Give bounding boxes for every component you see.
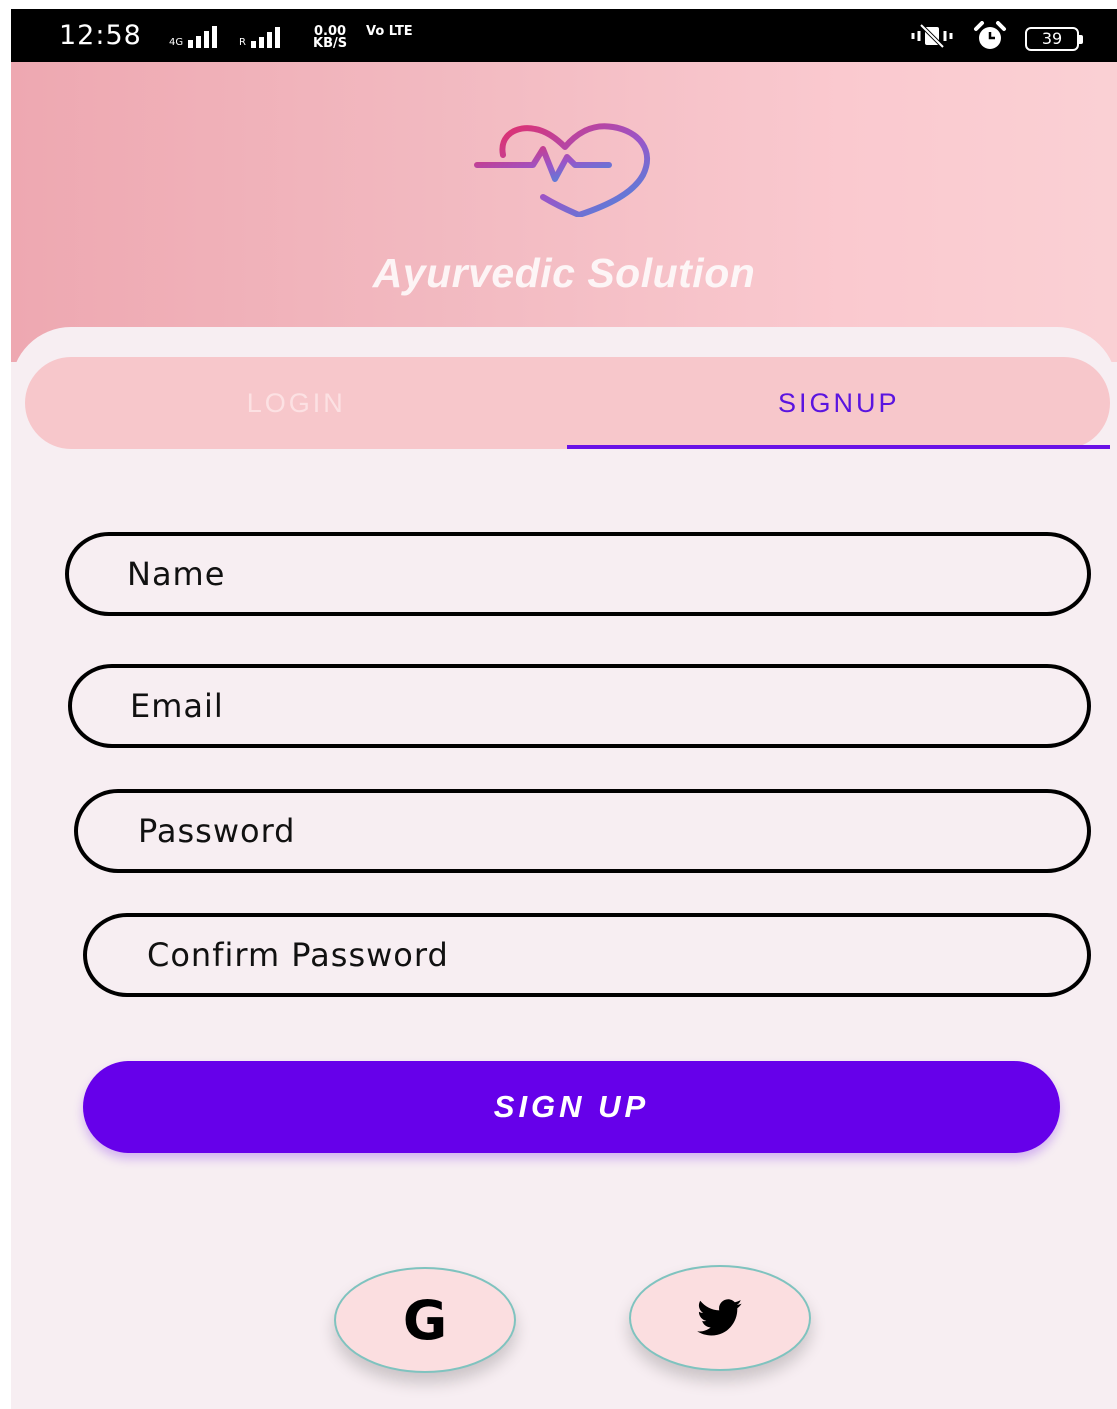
password-field[interactable] — [78, 793, 1087, 869]
signal-4g-icon: 4G — [169, 26, 218, 48]
tab-login[interactable]: LOGIN — [25, 357, 568, 449]
email-field[interactable] — [72, 668, 1087, 744]
auth-tabs: LOGIN SIGNUP — [25, 357, 1110, 449]
alarm-icon — [973, 21, 1007, 56]
tab-signup[interactable]: SIGNUP — [568, 357, 1111, 449]
network-speed-unit: KB/S — [313, 36, 348, 51]
roaming-indicator: R — [239, 37, 246, 48]
vibrate-icon — [909, 23, 955, 54]
heartbeat-heart-icon — [474, 123, 651, 217]
sign-up-button[interactable]: SIGN UP — [83, 1061, 1060, 1153]
volte-indicator: Vo LTE — [366, 24, 413, 39]
app-title: Ayurvedic Solution — [372, 250, 756, 296]
status-time: 12:58 — [59, 20, 142, 51]
email-field-container — [68, 664, 1091, 748]
google-sign-in-button[interactable]: G — [334, 1267, 516, 1373]
status-right-icons: 39 — [909, 21, 1083, 56]
twitter-sign-in-button[interactable] — [629, 1265, 811, 1371]
confirm-password-field-container — [83, 913, 1091, 997]
battery-icon: 39 — [1025, 26, 1083, 51]
signal-roaming-icon: R — [239, 26, 280, 48]
name-field-container — [65, 532, 1091, 616]
app-header: Ayurvedic Solution — [11, 62, 1117, 362]
phone-screen: 12:58 4G R 0.00 KB/S Vo LTE 39 Ayurvedic… — [11, 9, 1117, 1409]
tab-selected-indicator — [567, 445, 1110, 449]
twitter-icon — [697, 1299, 743, 1336]
network-speed: 0.00 KB/S — [313, 25, 348, 51]
confirm-password-field[interactable] — [87, 917, 1087, 993]
name-field[interactable] — [69, 536, 1087, 612]
network-type: 4G — [169, 37, 184, 48]
status-bar: 12:58 4G R 0.00 KB/S Vo LTE 39 — [11, 9, 1117, 62]
password-field-container — [74, 789, 1091, 873]
google-icon: G — [402, 1288, 448, 1352]
